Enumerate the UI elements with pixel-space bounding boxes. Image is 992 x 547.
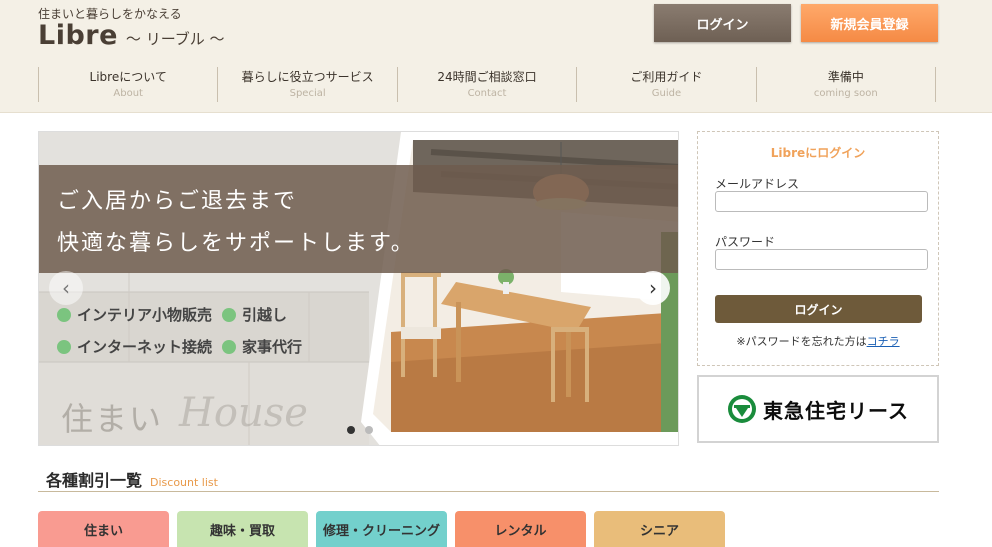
nav-label: 暮らしに役立つサービス — [241, 70, 374, 84]
slider-dots — [342, 426, 378, 434]
forgot-password-text: ※パスワードを忘れた方はコチラ — [698, 333, 938, 349]
site-logo[interactable]: Libre ～ リーブル ～ — [38, 20, 225, 51]
green-dot-icon — [57, 339, 71, 354]
nav-sublabel: Contact — [467, 88, 507, 99]
discount-heading: 各種割引一覧 Discount list — [46, 467, 218, 491]
sponsor-name: 東急住宅リース — [763, 398, 909, 423]
tab-hobby[interactable]: 趣味・買取 — [177, 511, 308, 547]
service-label: インターネット接続 — [77, 338, 213, 356]
section-divider — [38, 491, 939, 492]
nav-item-special[interactable]: 暮らしに役立つサービス Special — [217, 67, 396, 102]
password-label: パスワード — [715, 235, 776, 249]
hero-headline-1: ご入居からご退去まで — [57, 189, 298, 214]
nav-item-about[interactable]: Libreについて About — [38, 67, 217, 102]
slider-dot-active[interactable] — [347, 426, 355, 434]
green-dot-icon — [222, 307, 236, 322]
tab-repair-cleaning[interactable]: 修理・クリーニング — [316, 511, 447, 547]
service-label: 引越し — [242, 306, 288, 324]
tokyu-logo-icon — [728, 395, 756, 423]
service-item-moving: 引越し — [222, 304, 287, 325]
forgot-password-prefix: ※パスワードを忘れた方は — [736, 335, 867, 348]
tab-senior[interactable]: シニア — [594, 511, 725, 547]
green-dot-icon — [222, 339, 236, 354]
login-title: Libreにログイン — [770, 146, 866, 160]
hero-slider[interactable]: ご入居からご退去まで 快適な暮らしをサポートします。 インテリア小物販売 引越し… — [38, 131, 679, 446]
logo-name: Libre — [38, 20, 118, 51]
email-field[interactable] — [715, 191, 928, 212]
service-item-interior: インテリア小物販売 — [57, 304, 212, 325]
tab-rental[interactable]: レンタル — [455, 511, 586, 547]
login-submit-button[interactable]: ログイン — [715, 295, 922, 323]
hero-banner: ご入居からご退去まで 快適な暮らしをサポートします。 — [39, 165, 678, 273]
header-login-button[interactable]: ログイン — [654, 4, 791, 42]
nav-label: 24時間ご相談窓口 — [437, 70, 537, 84]
nav-item-guide[interactable]: ご利用ガイド Guide — [576, 67, 755, 102]
main-nav: Libreについて About 暮らしに役立つサービス Special 24時間… — [38, 67, 937, 102]
service-item-internet: インターネット接続 — [57, 336, 212, 357]
discount-tabs: 住まい 趣味・買取 修理・クリーニング レンタル シニア — [38, 511, 733, 547]
discount-title-en: Discount list — [150, 476, 218, 489]
house-watermark-en: House — [179, 390, 308, 436]
nav-label: 準備中 — [827, 70, 864, 84]
slider-dot[interactable] — [365, 426, 373, 434]
nav-label: Libreについて — [89, 70, 167, 84]
service-label: インテリア小物販売 — [77, 306, 213, 324]
chevron-left-icon: ‹ — [62, 276, 70, 300]
site-header: 住まいと暮らしをかなえる Libre ～ リーブル ～ ログイン 新規会員登録 … — [0, 0, 992, 113]
hero-headline-2: 快適な暮らしをサポートします。 — [57, 231, 415, 256]
house-watermark-jp: 住まい — [61, 400, 164, 438]
email-label: メールアドレス — [715, 177, 800, 191]
nav-sublabel: About — [113, 88, 143, 99]
header-register-button[interactable]: 新規会員登録 — [801, 4, 938, 42]
slider-next-button[interactable]: › — [636, 271, 670, 305]
chevron-right-icon: › — [649, 276, 657, 300]
forgot-password-link[interactable]: コチラ — [867, 335, 900, 348]
nav-sublabel: Guide — [651, 88, 682, 99]
slider-prev-button[interactable]: ‹ — [49, 271, 83, 305]
nav-item-contact[interactable]: 24時間ご相談窓口 Contact — [396, 67, 576, 102]
logo-sub: ～ リーブル ～ — [125, 30, 225, 48]
password-field[interactable] — [715, 249, 928, 270]
nav-item-coming-soon[interactable]: 準備中 coming soon — [755, 67, 937, 102]
sponsor-banner[interactable]: 東急住宅リース — [697, 375, 939, 443]
tab-housing[interactable]: 住まい — [38, 511, 169, 547]
nav-sublabel: Special — [289, 88, 326, 99]
green-dot-icon — [57, 307, 71, 322]
nav-sublabel: coming soon — [813, 88, 878, 99]
service-item-housekeeping: 家事代行 — [222, 336, 302, 357]
service-label: 家事代行 — [242, 338, 303, 356]
discount-title: 各種割引一覧 — [46, 471, 143, 490]
nav-label: ご利用ガイド — [630, 70, 703, 84]
login-panel: Libreにログイン メールアドレス パスワード ログイン ※パスワードを忘れた… — [697, 131, 939, 366]
